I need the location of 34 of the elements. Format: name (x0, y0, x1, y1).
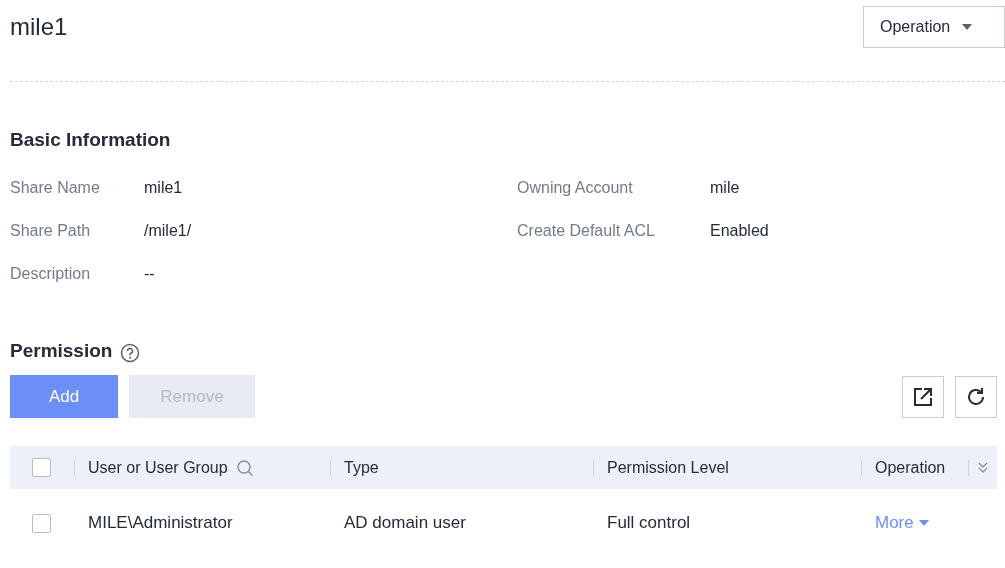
caret-icon (918, 520, 929, 526)
refresh-icon (965, 385, 987, 408)
column-header: Operation (875, 458, 946, 477)
column-header: Permission Level (607, 458, 729, 477)
field-label: Create Default ACL (517, 221, 656, 241)
field-label: Share Path (10, 221, 92, 241)
table-cell: MILE\Administrator (88, 513, 233, 532)
column-header: User or User Group (88, 458, 228, 477)
page-title: mile1 (10, 13, 68, 41)
column-header: Type (344, 458, 379, 477)
search-icon[interactable] (235, 458, 254, 477)
table-cell: AD domain user (344, 513, 466, 532)
field-value: Enabled (710, 221, 770, 241)
export-icon (912, 385, 934, 408)
refresh-button[interactable] (955, 375, 997, 418)
select-all-checkbox[interactable] (32, 458, 51, 477)
operation-dropdown[interactable]: Operation (863, 6, 1005, 48)
field-value: -- (144, 264, 156, 284)
caret-icon (962, 24, 973, 30)
more-link[interactable]: More (875, 513, 929, 533)
field-value: mile1 (144, 178, 184, 198)
add-button[interactable]: Add (10, 375, 118, 418)
row-checkbox[interactable] (32, 513, 51, 533)
field-value: /mile1/ (144, 221, 193, 241)
field-value: mile (710, 178, 741, 198)
expand-icon[interactable] (978, 461, 988, 474)
help-icon[interactable] (120, 343, 141, 363)
section-heading: Basic Information (10, 129, 172, 152)
table-cell: Full control (607, 513, 691, 532)
field-label: Owning Account (517, 178, 634, 198)
section-heading: Permission (10, 340, 113, 363)
export-button[interactable] (902, 375, 944, 418)
field-label: Description (10, 264, 92, 284)
field-label: Share Name (10, 178, 101, 198)
